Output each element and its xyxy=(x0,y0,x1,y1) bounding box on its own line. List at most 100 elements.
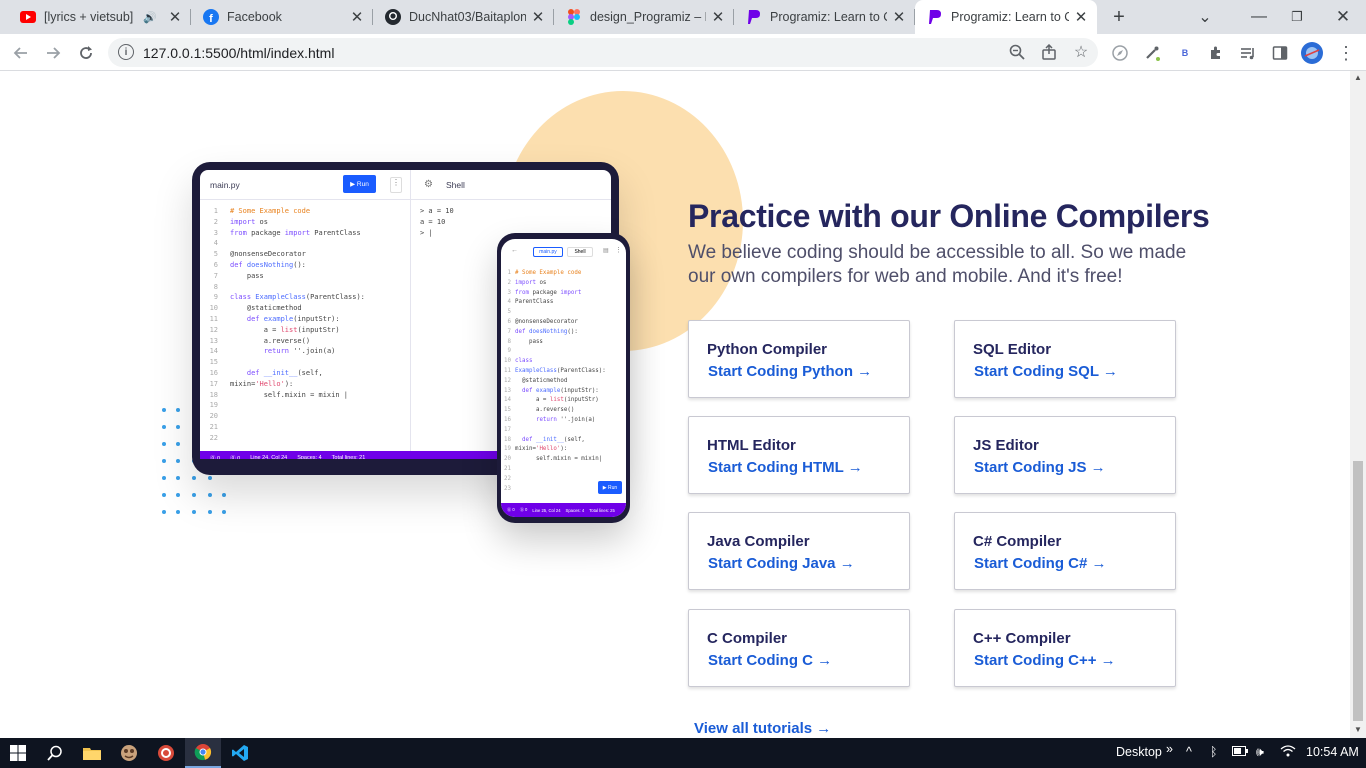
extensions-puzzle-icon[interactable] xyxy=(1203,40,1229,66)
scroll-up-arrow-icon[interactable]: ▲ xyxy=(1354,73,1362,82)
clock-time[interactable]: 10:54 AM xyxy=(1306,745,1359,759)
compiler-card-java[interactable]: Java Compiler Start Coding Java → xyxy=(688,512,910,590)
close-window-icon[interactable]: ✕ xyxy=(1326,0,1360,34)
ccleaner-icon[interactable] xyxy=(148,738,184,768)
vscode-taskbar-icon[interactable] xyxy=(222,738,258,768)
tab-close-icon[interactable]: ✕ xyxy=(349,9,365,26)
search-icon[interactable] xyxy=(37,738,73,768)
browser-tab-figma[interactable]: design_Programiz – Fi ✕ xyxy=(554,0,734,34)
section-title: Practice with our Online Compilers xyxy=(688,198,1210,234)
show-hidden-icons-icon[interactable]: ^ xyxy=(1186,745,1192,759)
compiler-card-js[interactable]: JS Editor Start Coding JS → xyxy=(954,416,1176,494)
game-app-icon[interactable] xyxy=(111,738,147,768)
start-coding-link[interactable]: Start Coding C++ → xyxy=(974,652,1116,669)
zoom-icon[interactable] xyxy=(1004,39,1030,65)
browser-tab-youtube[interactable]: [lyrics + vietsub] L 🔊 ✕ xyxy=(8,0,191,34)
compiler-card-sql[interactable]: SQL Editor Start Coding SQL → xyxy=(954,320,1176,398)
card-title: C Compiler xyxy=(707,630,788,647)
tab-close-icon[interactable]: ✕ xyxy=(891,9,907,26)
tab-title: DucNhat03/Baitaplon xyxy=(409,10,526,24)
extension-b-icon[interactable]: B xyxy=(1172,40,1198,66)
compiler-card-c[interactable]: C Compiler Start Coding C → xyxy=(688,609,910,687)
code-text: from package import ParentClass xyxy=(230,228,361,237)
side-panel-icon[interactable] xyxy=(1267,40,1293,66)
compiler-card-csharp[interactable]: C# Compiler Start Coding C# → xyxy=(954,512,1176,590)
code-text: class xyxy=(515,358,533,365)
code-text: a.reverse() xyxy=(515,407,575,414)
code-line: 22 xyxy=(200,433,408,444)
desktop-toolbar-label[interactable]: Desktop xyxy=(1116,745,1162,759)
line-number: 8 xyxy=(213,282,218,291)
compass-extension-icon[interactable] xyxy=(1107,40,1133,66)
line-number: 13 xyxy=(209,336,218,345)
tab-search-icon[interactable]: ⌄ xyxy=(1192,0,1218,34)
code-line: 21 xyxy=(501,465,626,475)
browser-tab-programiz-active[interactable]: Programiz: Learn to C ✕ xyxy=(915,0,1097,34)
code-line: 18 def __init__(self, xyxy=(501,436,626,446)
address-bar[interactable]: i 127.0.0.1:5500/html/index.html ☆ xyxy=(108,38,1098,67)
browser-menu-icon[interactable]: ⋮ xyxy=(1333,40,1359,66)
compiler-card-html[interactable]: HTML Editor Start Coding HTML → xyxy=(688,416,910,494)
bookmark-star-icon[interactable]: ☆ xyxy=(1068,39,1094,65)
audio-playing-icon[interactable]: 🔊 xyxy=(143,11,157,24)
bluetooth-icon[interactable]: ᛒ xyxy=(1210,745,1218,759)
phone-screen: ← main.py Shell ▤ ⋮ 1 # Some Example code… xyxy=(501,239,626,517)
start-coding-link[interactable]: Start Coding SQL → xyxy=(974,363,1118,380)
start-coding-link[interactable]: Start Coding HTML → xyxy=(708,459,863,476)
compiler-card-python[interactable]: Python Compiler Start Coding Python → xyxy=(688,320,910,398)
browser-tab-programiz[interactable]: Programiz: Learn to C ✕ xyxy=(734,0,915,34)
status-item: ⓪ 0 xyxy=(507,507,515,512)
media-queue-icon[interactable] xyxy=(1235,40,1261,66)
battery-icon[interactable] xyxy=(1232,745,1248,759)
profile-avatar[interactable] xyxy=(1299,40,1325,66)
scroll-down-arrow-icon[interactable]: ▼ xyxy=(1354,725,1362,734)
chrome-taskbar-icon[interactable] xyxy=(185,738,221,768)
minimize-icon[interactable]: — xyxy=(1236,0,1282,34)
scrollbar-thumb[interactable] xyxy=(1353,461,1363,721)
page-scrollbar[interactable]: ▲ ▼ xyxy=(1350,71,1366,738)
start-coding-link[interactable]: Start Coding Java → xyxy=(708,555,855,572)
browser-tab-github[interactable]: DucNhat03/Baitaplon ✕ xyxy=(373,0,554,34)
start-coding-link[interactable]: Start Coding JS → xyxy=(974,459,1106,476)
back-icon[interactable] xyxy=(8,40,34,66)
tab-title: [lyrics + vietsub] L xyxy=(44,10,138,24)
new-tab-button[interactable]: + xyxy=(1106,0,1132,34)
page-viewport: main.py ▶ Run ⋮ ⚙ Shell 1 # Some Example … xyxy=(0,71,1350,738)
line-number: 2 xyxy=(213,217,218,226)
code-line: 19 xyxy=(200,400,408,411)
line-number: 12 xyxy=(504,377,511,384)
file-explorer-icon[interactable] xyxy=(74,738,110,768)
card-title: C++ Compiler xyxy=(973,630,1071,647)
tab-close-icon[interactable]: ✕ xyxy=(530,9,546,26)
compiler-card-cpp[interactable]: C++ Compiler Start Coding C++ → xyxy=(954,609,1176,687)
start-coding-link[interactable]: Start Coding Python → xyxy=(708,363,872,380)
site-info-icon[interactable]: i xyxy=(118,44,134,60)
start-coding-link[interactable]: Start Coding C → xyxy=(708,652,832,669)
forward-icon[interactable] xyxy=(40,40,66,66)
windows-start-icon[interactable] xyxy=(0,738,36,768)
browser-tab-facebook[interactable]: f Facebook ✕ xyxy=(191,0,373,34)
line-number: 15 xyxy=(209,358,218,367)
code-text: def example(inputStr): xyxy=(521,387,599,394)
reload-icon[interactable] xyxy=(73,40,99,66)
code-line: 13 a.reverse() xyxy=(200,336,408,347)
volume-icon[interactable]: 🕪 xyxy=(1256,745,1264,760)
tab-close-icon[interactable]: ✕ xyxy=(1073,9,1089,26)
run-button: ▶ Run xyxy=(598,481,622,494)
toolbar-overflow-chevron[interactable]: » xyxy=(1166,742,1173,756)
restore-icon[interactable]: ❐ xyxy=(1282,0,1312,34)
line-number: 19 xyxy=(504,446,511,453)
code-area: 1 # Some Example code 2 import os 3 from pack… xyxy=(501,269,626,494)
view-all-tutorials-link[interactable]: View all tutorials → xyxy=(694,720,831,737)
line-number: 4 xyxy=(213,239,218,248)
start-coding-link[interactable]: Start Coding C# → xyxy=(974,555,1107,572)
code-line: 2 import os xyxy=(501,279,626,289)
wifi-icon[interactable] xyxy=(1280,745,1296,760)
eyedropper-extension-icon[interactable] xyxy=(1139,40,1165,66)
code-line: 16 return ''.join(a) xyxy=(501,416,626,426)
tab-close-icon[interactable]: ✕ xyxy=(167,9,183,26)
status-item: Total lines: 21 xyxy=(331,455,366,459)
share-icon[interactable] xyxy=(1036,39,1062,65)
line-number: 14 xyxy=(504,397,511,404)
tab-close-icon[interactable]: ✕ xyxy=(710,9,726,26)
